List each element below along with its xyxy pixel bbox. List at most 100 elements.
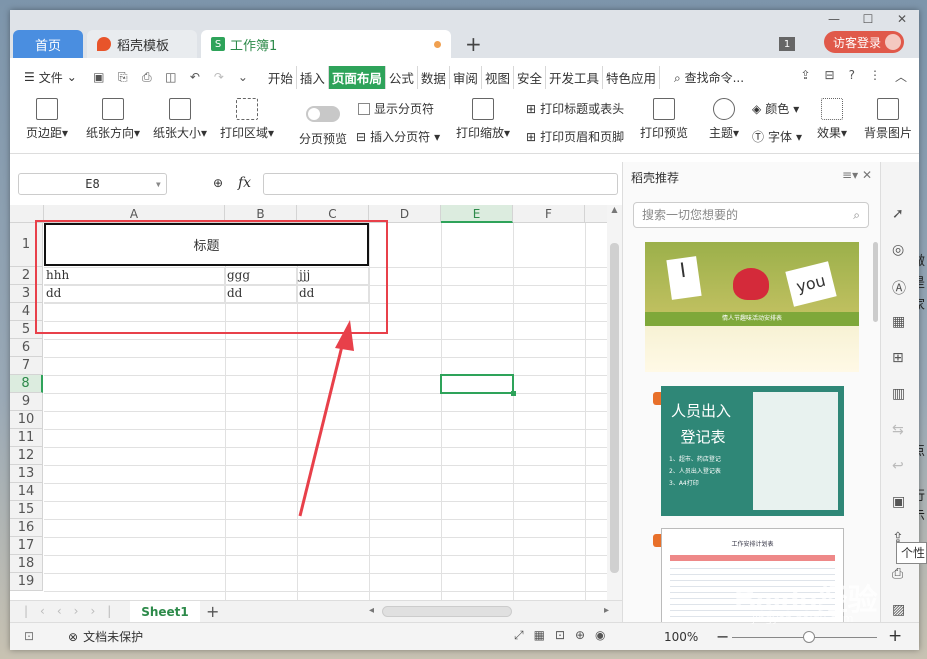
- sheet-tab-sheet1[interactable]: Sheet1: [130, 601, 200, 623]
- page-preview-button[interactable]: 分页预览: [295, 130, 351, 147]
- close-icon[interactable]: ✕: [885, 10, 919, 28]
- menu-tab-review[interactable]: 审阅: [450, 65, 482, 89]
- theme-button[interactable]: 主题▾: [704, 98, 744, 141]
- help-icon[interactable]: ?: [849, 68, 855, 85]
- orientation-button[interactable]: 纸张方向▾: [78, 98, 148, 141]
- guest-login-label: 访客登录: [833, 35, 882, 50]
- add-tab-icon[interactable]: +: [465, 32, 482, 56]
- print-scale-button[interactable]: 打印缩放▾: [452, 98, 514, 141]
- show-pagebreak-label: 显示分页符: [374, 102, 435, 116]
- menu-tab-features[interactable]: 特色应用: [603, 65, 660, 89]
- zoom-out-icon[interactable]: −: [716, 627, 729, 646]
- print-header-label: 打印页眉和页脚: [540, 130, 625, 144]
- font-button[interactable]: Ⓣ 字体 ▾: [752, 128, 802, 145]
- menu-tab-formula[interactable]: 公式: [386, 65, 418, 89]
- zoom-slider-thumb[interactable]: [803, 631, 815, 643]
- template-thumb-valentine[interactable]: I you 情人节趣味活动安排表: [645, 242, 859, 372]
- collapse-ribbon-icon[interactable]: ︿: [895, 68, 907, 85]
- print-area-button[interactable]: 打印区域▾: [216, 98, 278, 141]
- command-search[interactable]: ⌕ 查找命令...: [674, 69, 744, 86]
- print-icon[interactable]: ⎙: [139, 70, 155, 85]
- page-preview-toggle[interactable]: [306, 106, 340, 122]
- table-icon[interactable]: ▦: [892, 314, 908, 330]
- wps-window: — ☐ ✕ 首页 稻壳模板 S 工作簿1 + 1 访客登录 ☰ 文件 ⌄ ▣ ⎘ ⎙ …: [10, 10, 919, 650]
- annotation-highlight-box: [35, 220, 388, 334]
- export-icon[interactable]: ⎘: [115, 70, 131, 85]
- tab-template[interactable]: 稻壳模板: [87, 30, 197, 58]
- sheet-nav-icon[interactable]: |‹‹››|: [24, 604, 123, 618]
- color-button[interactable]: ◈ 颜色 ▾: [752, 100, 799, 117]
- window-count-badge[interactable]: 1: [779, 37, 795, 51]
- print-area-icon: [236, 98, 258, 120]
- menu-tab-developer[interactable]: 开发工具: [546, 65, 603, 89]
- zoom-level[interactable]: 100%: [664, 630, 698, 644]
- panel-scrollbar[interactable]: [873, 242, 878, 322]
- menu-tab-data[interactable]: 数据: [418, 65, 450, 89]
- file-menu-button[interactable]: ☰ 文件 ⌄: [24, 69, 77, 86]
- menu-tab-start[interactable]: 开始: [265, 65, 297, 89]
- document-protection[interactable]: ⊗ 文档未保护: [68, 628, 143, 645]
- background-button[interactable]: 背景图片: [860, 98, 916, 141]
- undo-icon[interactable]: ↶: [187, 70, 203, 85]
- tab-home[interactable]: 首页: [13, 30, 83, 58]
- template-thumb-visitor-log[interactable]: 人员出入 登记表 1、超市、药店登记 2、人员出入登记表 3、A4打印: [661, 386, 844, 516]
- shield-icon: ⊗: [68, 629, 79, 644]
- panel-search-input[interactable]: 搜索一切您想要的 ⌕: [633, 202, 869, 228]
- macro-icon[interactable]: ⊡: [24, 629, 34, 643]
- menu-tab-view[interactable]: 视图: [482, 65, 514, 89]
- print-preview-button[interactable]: 打印预览: [636, 98, 692, 141]
- scroll-right-icon[interactable]: ▸: [604, 605, 609, 616]
- print-title-button[interactable]: ⊞ 打印标题或表头: [526, 100, 624, 117]
- quick-access-toolbar: ▣ ⎘ ⎙ ◫ ↶ ↷ ⌄: [91, 70, 251, 85]
- filter-icon[interactable]: ⇆: [892, 422, 908, 438]
- maximize-icon[interactable]: ☐: [851, 10, 885, 28]
- collab-icon[interactable]: ⊟: [825, 68, 835, 85]
- thumb2-list: 1、超市、药店登记 2、人员出入登记表 3、A4打印: [669, 454, 721, 490]
- minimize-icon[interactable]: —: [817, 10, 851, 28]
- sheet-grid[interactable]: A B C D E F 1 2 3 4 5 6 7 8 9 10 11 12 1…: [10, 205, 607, 600]
- add-sheet-icon[interactable]: +: [206, 602, 219, 621]
- redo-icon[interactable]: ↷: [211, 70, 227, 85]
- vertical-scroll-thumb[interactable]: [610, 243, 619, 573]
- insert-pagebreak-button[interactable]: ⊟ 插入分页符 ▾: [356, 128, 440, 145]
- fx-icon[interactable]: fx: [238, 175, 251, 191]
- panel-close-icon[interactable]: ≡▾ ✕: [842, 168, 872, 182]
- scroll-up-icon[interactable]: ▲: [607, 205, 622, 214]
- cursor-icon[interactable]: ➚: [892, 206, 908, 222]
- orientation-label: 纸张方向: [85, 126, 134, 140]
- grid-icon[interactable]: ⊞: [892, 350, 908, 366]
- paper-size-button[interactable]: 纸张大小▾: [150, 98, 210, 141]
- shapes-icon[interactable]: ◎: [892, 242, 908, 258]
- sheet-tab-bar: |‹‹››| Sheet1 + ◂ ▸: [10, 600, 622, 623]
- vertical-scrollbar[interactable]: ▲: [607, 205, 622, 600]
- zoom-in-icon[interactable]: +: [888, 626, 902, 646]
- panel-title: 稻壳推荐: [631, 171, 680, 185]
- margins-button[interactable]: 页边距▾: [22, 98, 72, 141]
- style-icon[interactable]: Ⓐ: [892, 278, 908, 297]
- name-box[interactable]: E8 ▾: [18, 173, 167, 195]
- print-title-icon: ⊞: [526, 101, 537, 116]
- guest-login-button[interactable]: 访客登录: [824, 31, 904, 53]
- chart-icon[interactable]: ▥: [892, 386, 908, 402]
- formula-input[interactable]: [263, 173, 618, 195]
- print-preview-icon[interactable]: ◫: [163, 70, 179, 85]
- effect-icon: [821, 98, 843, 120]
- zoom-search-icon[interactable]: ⊕: [213, 176, 223, 190]
- view-mode-icons[interactable]: ⤢▦⊡⊕◉: [514, 628, 616, 643]
- share-icon[interactable]: ⇪: [800, 68, 810, 85]
- print-header-button[interactable]: ⊞ 打印页眉和页脚: [526, 128, 624, 145]
- more-options-icon[interactable]: ⋮: [869, 68, 881, 85]
- save-icon[interactable]: ▣: [91, 70, 107, 85]
- menu-tab-security[interactable]: 安全: [514, 65, 546, 89]
- scroll-left-icon[interactable]: ◂: [369, 605, 374, 616]
- show-pagebreak-checkbox[interactable]: 显示分页符: [358, 100, 434, 117]
- horizontal-scroll-thumb[interactable]: [382, 606, 512, 617]
- image-icon[interactable]: ▣: [892, 494, 908, 510]
- more-icon[interactable]: ⌄: [235, 70, 251, 85]
- effect-button[interactable]: 效果▾: [812, 98, 852, 141]
- tab-workbook[interactable]: S 工作簿1: [201, 30, 451, 58]
- active-cell-e8[interactable]: [440, 374, 516, 396]
- backup-icon[interactable]: ↩: [892, 458, 908, 474]
- menu-tab-insert[interactable]: 插入: [297, 65, 329, 89]
- menu-tab-page-layout[interactable]: 页面布局: [328, 65, 386, 89]
